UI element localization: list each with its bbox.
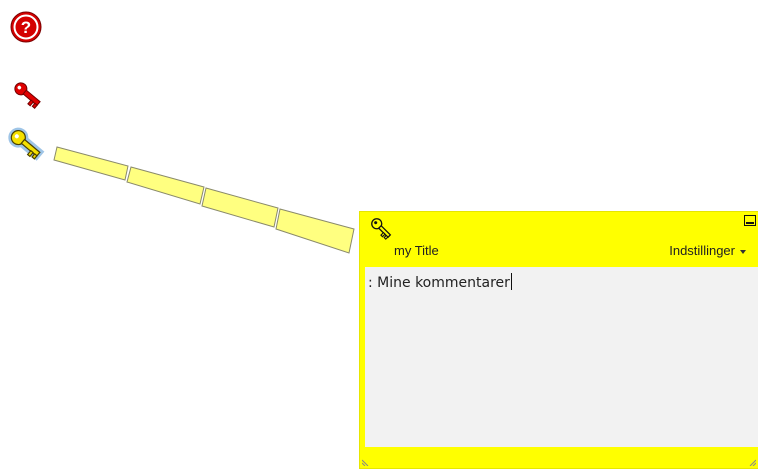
help-icon[interactable]: ?: [10, 11, 42, 43]
connector-segment: [275, 208, 355, 254]
connector-segment: [126, 166, 205, 205]
connector-segment: [53, 146, 129, 181]
comment-textarea[interactable]: : Mine kommentarer: [365, 267, 758, 447]
svg-text:?: ?: [21, 18, 31, 37]
chevron-down-icon: [740, 249, 746, 254]
settings-label: Indstillinger: [669, 243, 735, 258]
yellow-key-icon[interactable]: [4, 124, 52, 168]
note-key-icon: [371, 218, 392, 240]
comment-text: : Mine kommentarer: [368, 275, 510, 291]
connector-segment: [201, 187, 279, 228]
minimize-button[interactable]: [744, 215, 756, 226]
text-cursor: [510, 273, 512, 290]
settings-dropdown[interactable]: Indstillinger: [669, 243, 746, 258]
red-key-icon[interactable]: [9, 76, 45, 112]
resize-grip-icon[interactable]: [362, 458, 370, 466]
sticky-note[interactable]: my Title Indstillinger : Mine kommentare…: [359, 211, 758, 469]
note-title[interactable]: my Title: [394, 243, 439, 258]
resize-grip-icon[interactable]: [748, 458, 756, 466]
